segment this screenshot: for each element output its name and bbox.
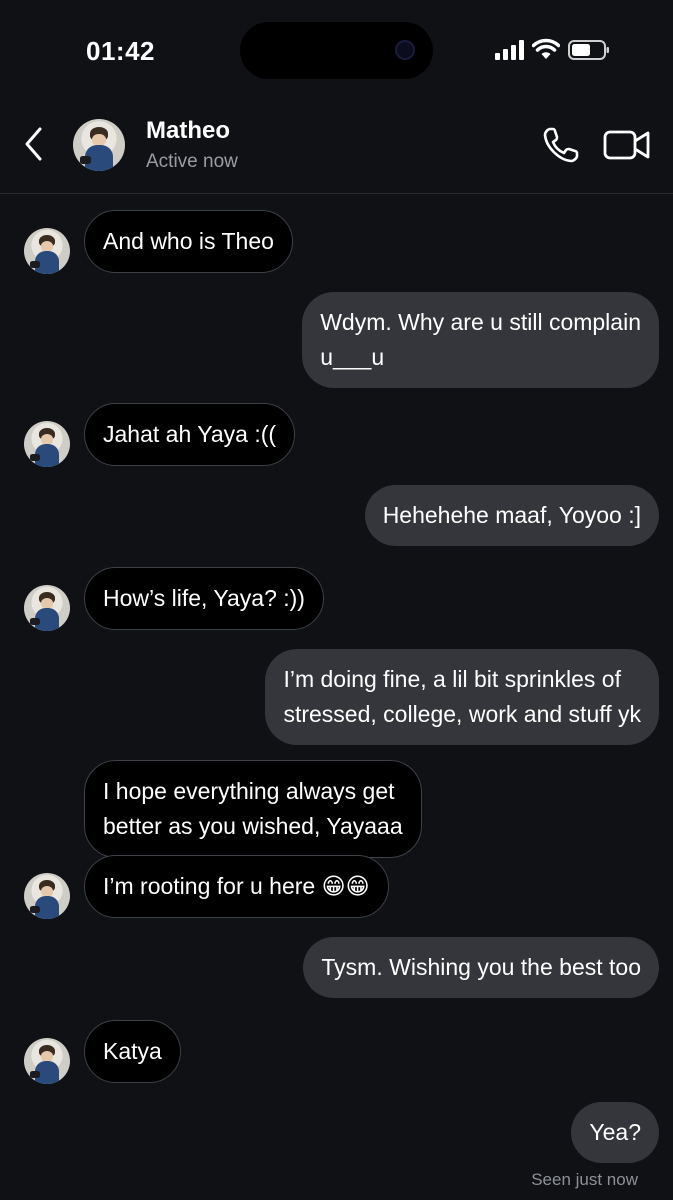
sender-avatar[interactable]	[24, 228, 70, 274]
incoming-message[interactable]: I’m rooting for u here 😁😁	[84, 855, 389, 918]
message-text: Tysm. Wishing you the best too	[321, 954, 641, 980]
seen-receipt: Seen just now	[531, 1170, 638, 1189]
cellular-signal-icon	[495, 40, 524, 60]
incoming-message[interactable]: Katya	[84, 1020, 181, 1083]
battery-icon	[568, 40, 609, 60]
contact-status: Active now	[146, 151, 238, 172]
sender-avatar[interactable]	[24, 873, 70, 919]
incoming-message[interactable]: And who is Theo	[84, 210, 293, 273]
outgoing-message[interactable]: Hehehehe maaf, Yoyoo :]	[364, 485, 659, 546]
message-text-line: I’m doing fine, a lil bit sprinkles of	[283, 666, 621, 692]
dynamic-island	[240, 22, 433, 79]
back-chevron-icon[interactable]	[20, 125, 48, 163]
video-camera-icon[interactable]	[603, 127, 651, 163]
message-text: And who is Theo	[103, 228, 274, 254]
sender-avatar[interactable]	[24, 1038, 70, 1084]
message-text-line: I hope everything always get	[103, 778, 395, 804]
status-time: 01:42	[86, 36, 155, 66]
chat-header: Matheo Active now	[0, 100, 673, 194]
front-camera-icon	[395, 40, 415, 60]
outgoing-message[interactable]: Tysm. Wishing you the best too	[303, 937, 659, 998]
message-text: Katya	[103, 1038, 162, 1064]
contact-name[interactable]: Matheo	[146, 117, 230, 145]
message-text: Yea?	[589, 1119, 641, 1145]
sender-avatar[interactable]	[24, 585, 70, 631]
incoming-message[interactable]: I hope everything always get better as y…	[84, 760, 422, 858]
incoming-message[interactable]: Jahat ah Yaya :((	[84, 403, 296, 466]
message-text-line: stressed, college, work and stuff yk	[283, 701, 641, 727]
wifi-icon	[532, 38, 560, 59]
sender-avatar[interactable]	[24, 421, 70, 467]
status-bar: 01:42	[0, 0, 673, 100]
message-text: How’s life, Yaya? :))	[103, 585, 305, 611]
outgoing-message[interactable]: Yea?	[571, 1102, 659, 1163]
message-text-line: u___u	[320, 344, 385, 370]
phone-icon[interactable]	[541, 125, 581, 165]
contact-avatar[interactable]	[73, 119, 125, 171]
message-text: I’m rooting for u here 😁😁	[103, 873, 370, 899]
message-text: Hehehehe maaf, Yoyoo :]	[382, 502, 641, 528]
message-text: Jahat ah Yaya :((	[103, 421, 277, 447]
incoming-message[interactable]: How’s life, Yaya? :))	[84, 567, 324, 630]
message-text-line: better as you wished, Yayaaa	[103, 813, 403, 839]
outgoing-message[interactable]: Wdym. Why are u still complain u___u	[302, 292, 659, 388]
outgoing-message[interactable]: I’m doing fine, a lil bit sprinkles of s…	[265, 649, 659, 745]
message-text-line: Wdym. Why are u still complain	[320, 309, 641, 335]
